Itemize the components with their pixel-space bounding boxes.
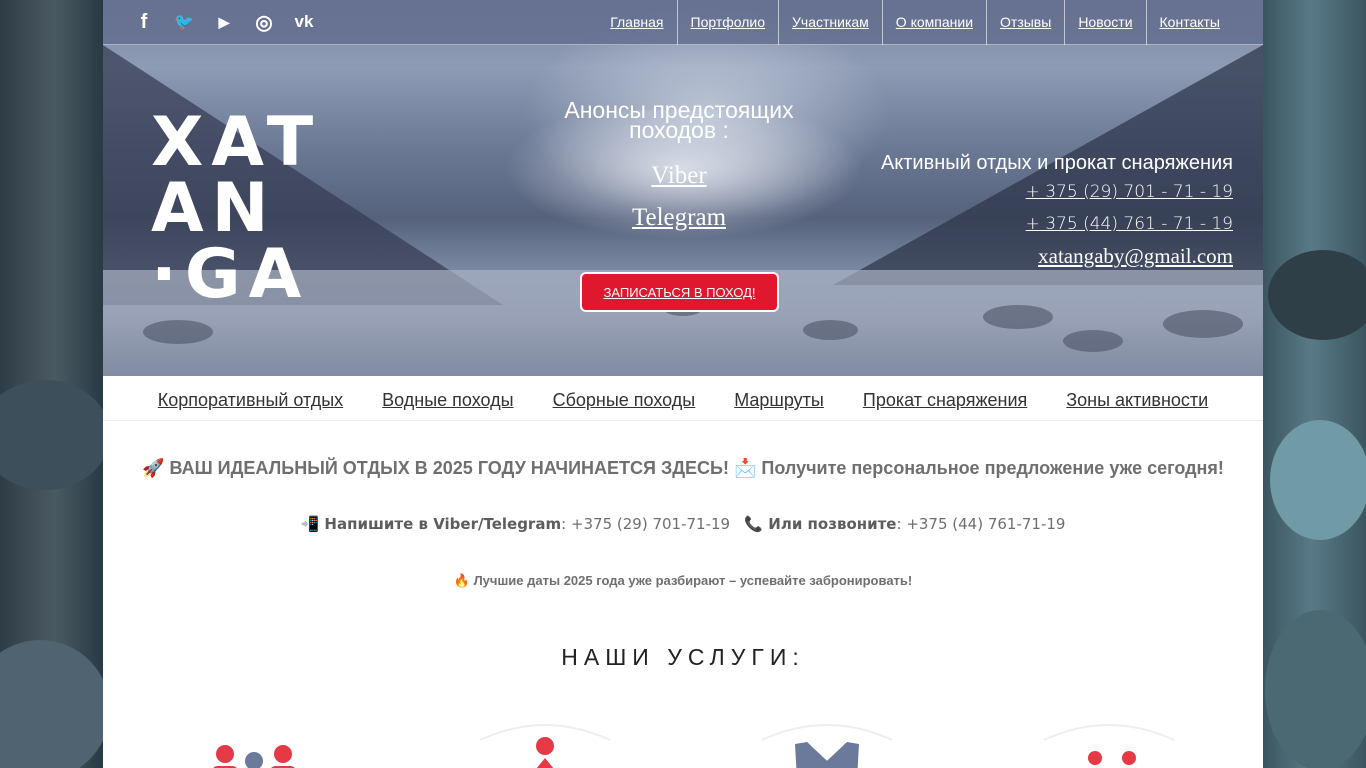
- social-links: f 🐦 ▶ ◎ vk: [133, 10, 315, 34]
- phone-link-2[interactable]: + 375 (44) 761 - 71 - 19: [853, 208, 1233, 240]
- nav-portfolio[interactable]: Портфолио: [676, 0, 779, 45]
- promo-contact-line: 📲 Напишите в Viber/Telegram: +375 (29) 7…: [103, 515, 1263, 533]
- email-link[interactable]: xatangaby@gmail.com: [853, 240, 1233, 272]
- logo-line: XAT: [151, 103, 322, 182]
- services-title: НАШИ УСЛУГИ:: [561, 644, 805, 670]
- background-rock: [1270, 420, 1366, 540]
- nav-contacts[interactable]: Контакты: [1145, 0, 1233, 45]
- service-group-icon[interactable]: [757, 720, 897, 768]
- background-rock: [1265, 610, 1366, 768]
- telegram-link[interactable]: Telegram: [529, 204, 829, 232]
- promo-urgency: 🔥 Лучшие даты 2025 года уже разбирают – …: [453, 573, 913, 588]
- nav-reviews[interactable]: Отзывы: [986, 0, 1064, 45]
- nav-participants[interactable]: Участникам: [778, 0, 882, 45]
- category-routes[interactable]: Маршруты: [734, 376, 824, 420]
- logo-line: AN: [151, 169, 277, 248]
- vk-icon[interactable]: vk: [293, 10, 315, 34]
- logo-line: ·GA: [151, 235, 310, 314]
- signup-hike-button[interactable]: ЗАПИСАТЬСЯ В ПОХОД!: [580, 272, 779, 312]
- promo-call-phone: : +375 (44) 761-71-19: [896, 515, 1066, 533]
- service-corporate-icon[interactable]: [193, 720, 333, 768]
- hero-stone: [803, 320, 858, 340]
- youtube-icon[interactable]: ▶: [213, 10, 235, 34]
- instagram-icon[interactable]: ◎: [253, 10, 275, 34]
- hero-stone: [1063, 330, 1123, 352]
- contact-block: Активный отдых и прокат снаряжения + 375…: [853, 150, 1233, 272]
- twitter-icon[interactable]: 🐦: [173, 10, 195, 34]
- top-navigation: Главная Портфолио Участникам О компании …: [597, 0, 1233, 45]
- facebook-icon[interactable]: f: [133, 10, 155, 34]
- category-rental[interactable]: Прокат снаряжения: [863, 376, 1027, 420]
- nav-about[interactable]: О компании: [881, 0, 986, 45]
- service-rental-icon[interactable]: [1039, 720, 1179, 768]
- promo-write-phone: : +375 (29) 701-71-19: [561, 515, 731, 533]
- background-rock: [0, 640, 110, 768]
- nav-news[interactable]: Новости: [1064, 0, 1145, 45]
- background-rock: [1268, 250, 1366, 340]
- promo-headline: 🚀 ВАШ ИДЕАЛЬНЫЙ ОТДЫХ В 2025 ГОДУ НАЧИНА…: [142, 458, 1224, 478]
- service-water-icon[interactable]: [475, 720, 615, 768]
- announcements-title: Анонсы предстоящих походов :: [564, 97, 794, 143]
- category-activity-zones[interactable]: Зоны активности: [1066, 376, 1208, 420]
- page-container: f 🐦 ▶ ◎ vk Главная Портфолио Участникам …: [103, 0, 1263, 768]
- background-rock: [0, 380, 110, 490]
- top-bar: f 🐦 ▶ ◎ vk Главная Портфолио Участникам …: [103, 0, 1263, 45]
- category-group[interactable]: Сборные походы: [553, 376, 696, 420]
- category-water[interactable]: Водные походы: [382, 376, 513, 420]
- viber-link[interactable]: Viber: [529, 162, 829, 190]
- site-logo[interactable]: XAT AN ·GA: [151, 103, 322, 314]
- phone-link-1[interactable]: + 375 (29) 701 - 71 - 19: [853, 176, 1233, 208]
- contact-title: Активный отдых и прокат снаряжения: [880, 152, 1233, 174]
- promo-call-label: 📞 Или позвоните: [744, 515, 897, 533]
- hero-stone: [983, 305, 1053, 329]
- category-navigation: Корпоративный отдых Водные походы Сборны…: [103, 376, 1263, 421]
- nav-home[interactable]: Главная: [597, 0, 676, 45]
- promo-write-label: 📲 Напишите в Viber/Telegram: [300, 515, 562, 533]
- announcements-block: Анонсы предстоящих походов : Viber Teleg…: [529, 97, 829, 232]
- hero-stone: [1163, 310, 1243, 338]
- hero-stone: [143, 320, 213, 344]
- category-corporate[interactable]: Корпоративный отдых: [158, 376, 343, 420]
